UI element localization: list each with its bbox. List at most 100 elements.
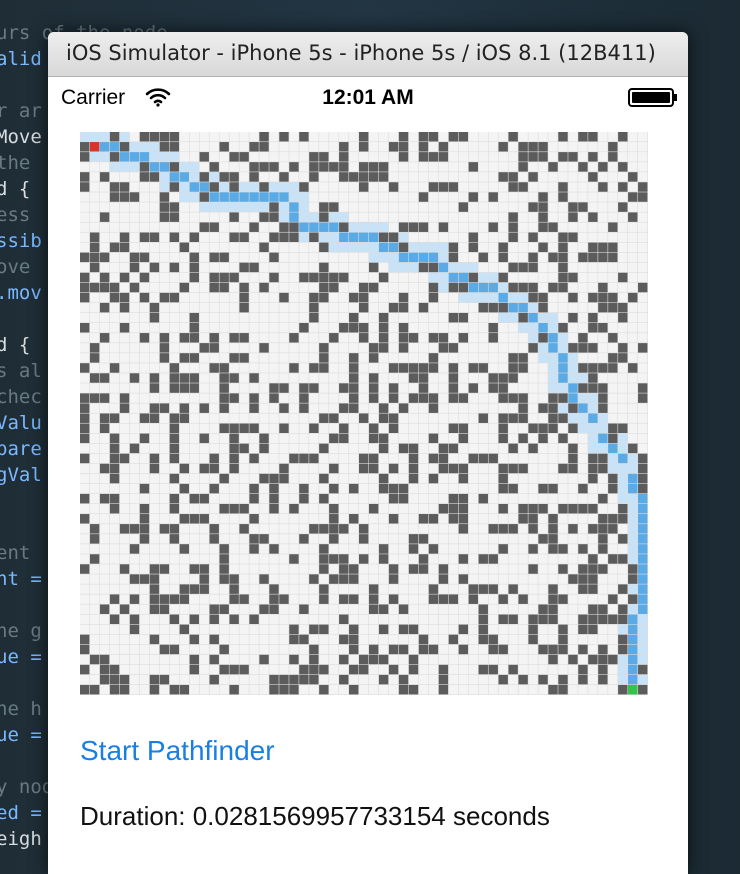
empty-cell — [368, 152, 379, 162]
wall-cell — [408, 363, 419, 373]
wall-cell — [339, 674, 349, 685]
wall-cell — [568, 272, 578, 283]
empty-cell — [80, 534, 90, 544]
empty-cell — [388, 373, 399, 383]
wall-cell — [368, 604, 379, 614]
empty-cell — [99, 162, 110, 172]
wall-cell — [339, 433, 349, 444]
empty-cell — [89, 202, 100, 212]
empty-cell — [458, 544, 469, 554]
empty-cell — [548, 202, 558, 212]
wall-cell — [438, 443, 449, 454]
empty-cell — [289, 534, 299, 544]
visited-cell — [219, 182, 229, 192]
empty-cell — [309, 282, 319, 293]
empty-cell — [468, 534, 478, 544]
visited-cell — [259, 202, 269, 212]
visited-cell — [558, 383, 568, 393]
wall-cell — [638, 463, 648, 474]
empty-cell — [99, 292, 110, 303]
empty-cell — [468, 302, 478, 313]
wall-cell — [149, 132, 160, 142]
empty-cell — [608, 272, 618, 283]
empty-cell — [319, 172, 329, 182]
empty-cell — [458, 232, 469, 242]
wall-cell — [229, 152, 239, 162]
empty-cell — [139, 624, 150, 635]
wall-cell — [219, 363, 229, 373]
wall-cell — [159, 403, 170, 413]
path-cell — [558, 363, 568, 373]
wall-cell — [269, 544, 279, 554]
wall-cell — [398, 443, 409, 454]
empty-cell — [638, 222, 648, 232]
empty-cell — [279, 302, 289, 313]
wall-cell — [598, 463, 608, 474]
empty-cell — [388, 333, 399, 343]
wall-cell — [359, 463, 369, 474]
empty-cell — [159, 684, 170, 695]
empty-cell — [618, 172, 628, 182]
empty-cell — [289, 433, 299, 444]
empty-cell — [219, 232, 229, 242]
empty-cell — [448, 544, 459, 554]
empty-cell — [119, 624, 130, 635]
empty-cell — [408, 152, 419, 162]
empty-cell — [99, 242, 110, 253]
visited-cell — [508, 292, 518, 303]
empty-cell — [89, 483, 100, 494]
wall-cell — [199, 192, 209, 202]
empty-cell — [199, 534, 209, 544]
wall-cell — [199, 433, 209, 444]
empty-cell — [638, 323, 648, 333]
empty-cell — [538, 282, 548, 293]
wall-cell — [309, 574, 319, 584]
empty-cell — [578, 312, 588, 323]
empty-cell — [209, 433, 219, 444]
empty-cell — [309, 594, 319, 604]
empty-cell — [558, 292, 568, 303]
empty-cell — [339, 644, 349, 655]
empty-cell — [89, 544, 100, 554]
empty-cell — [408, 192, 419, 202]
path-cell — [349, 232, 359, 242]
empty-cell — [229, 323, 239, 333]
empty-cell — [488, 172, 498, 182]
empty-cell — [239, 624, 249, 635]
wall-cell — [169, 202, 180, 212]
wall-cell — [448, 514, 459, 524]
wall-cell — [209, 634, 219, 645]
empty-cell — [109, 323, 120, 333]
wall-cell — [418, 644, 429, 655]
empty-cell — [269, 302, 279, 313]
empty-cell — [359, 433, 369, 444]
wall-cell — [398, 483, 409, 494]
empty-cell — [229, 242, 239, 253]
empty-cell — [169, 312, 180, 323]
empty-cell — [558, 534, 568, 544]
empty-cell — [608, 574, 618, 584]
empty-cell — [119, 594, 130, 604]
empty-cell — [299, 312, 309, 323]
empty-cell — [378, 453, 389, 464]
empty-cell — [309, 182, 319, 192]
wall-cell — [598, 644, 608, 655]
empty-cell — [189, 212, 199, 222]
empty-cell — [349, 493, 359, 504]
empty-cell — [259, 302, 269, 313]
wall-cell — [388, 363, 399, 373]
empty-cell — [109, 604, 120, 614]
wall-cell — [319, 353, 329, 363]
empty-cell — [109, 312, 120, 323]
empty-cell — [199, 282, 209, 293]
wall-cell — [438, 574, 449, 584]
wall-cell — [139, 433, 150, 444]
pathfinding-grid[interactable] — [80, 132, 648, 695]
empty-cell — [329, 644, 339, 655]
wall-cell — [349, 363, 359, 373]
empty-cell — [129, 564, 140, 574]
start-pathfinder-button[interactable]: Start Pathfinder — [80, 735, 275, 767]
wall-cell — [119, 564, 130, 574]
empty-cell — [239, 222, 249, 232]
window-title-bar[interactable]: iOS Simulator - iPhone 5s - iPhone 5s / … — [48, 32, 688, 77]
